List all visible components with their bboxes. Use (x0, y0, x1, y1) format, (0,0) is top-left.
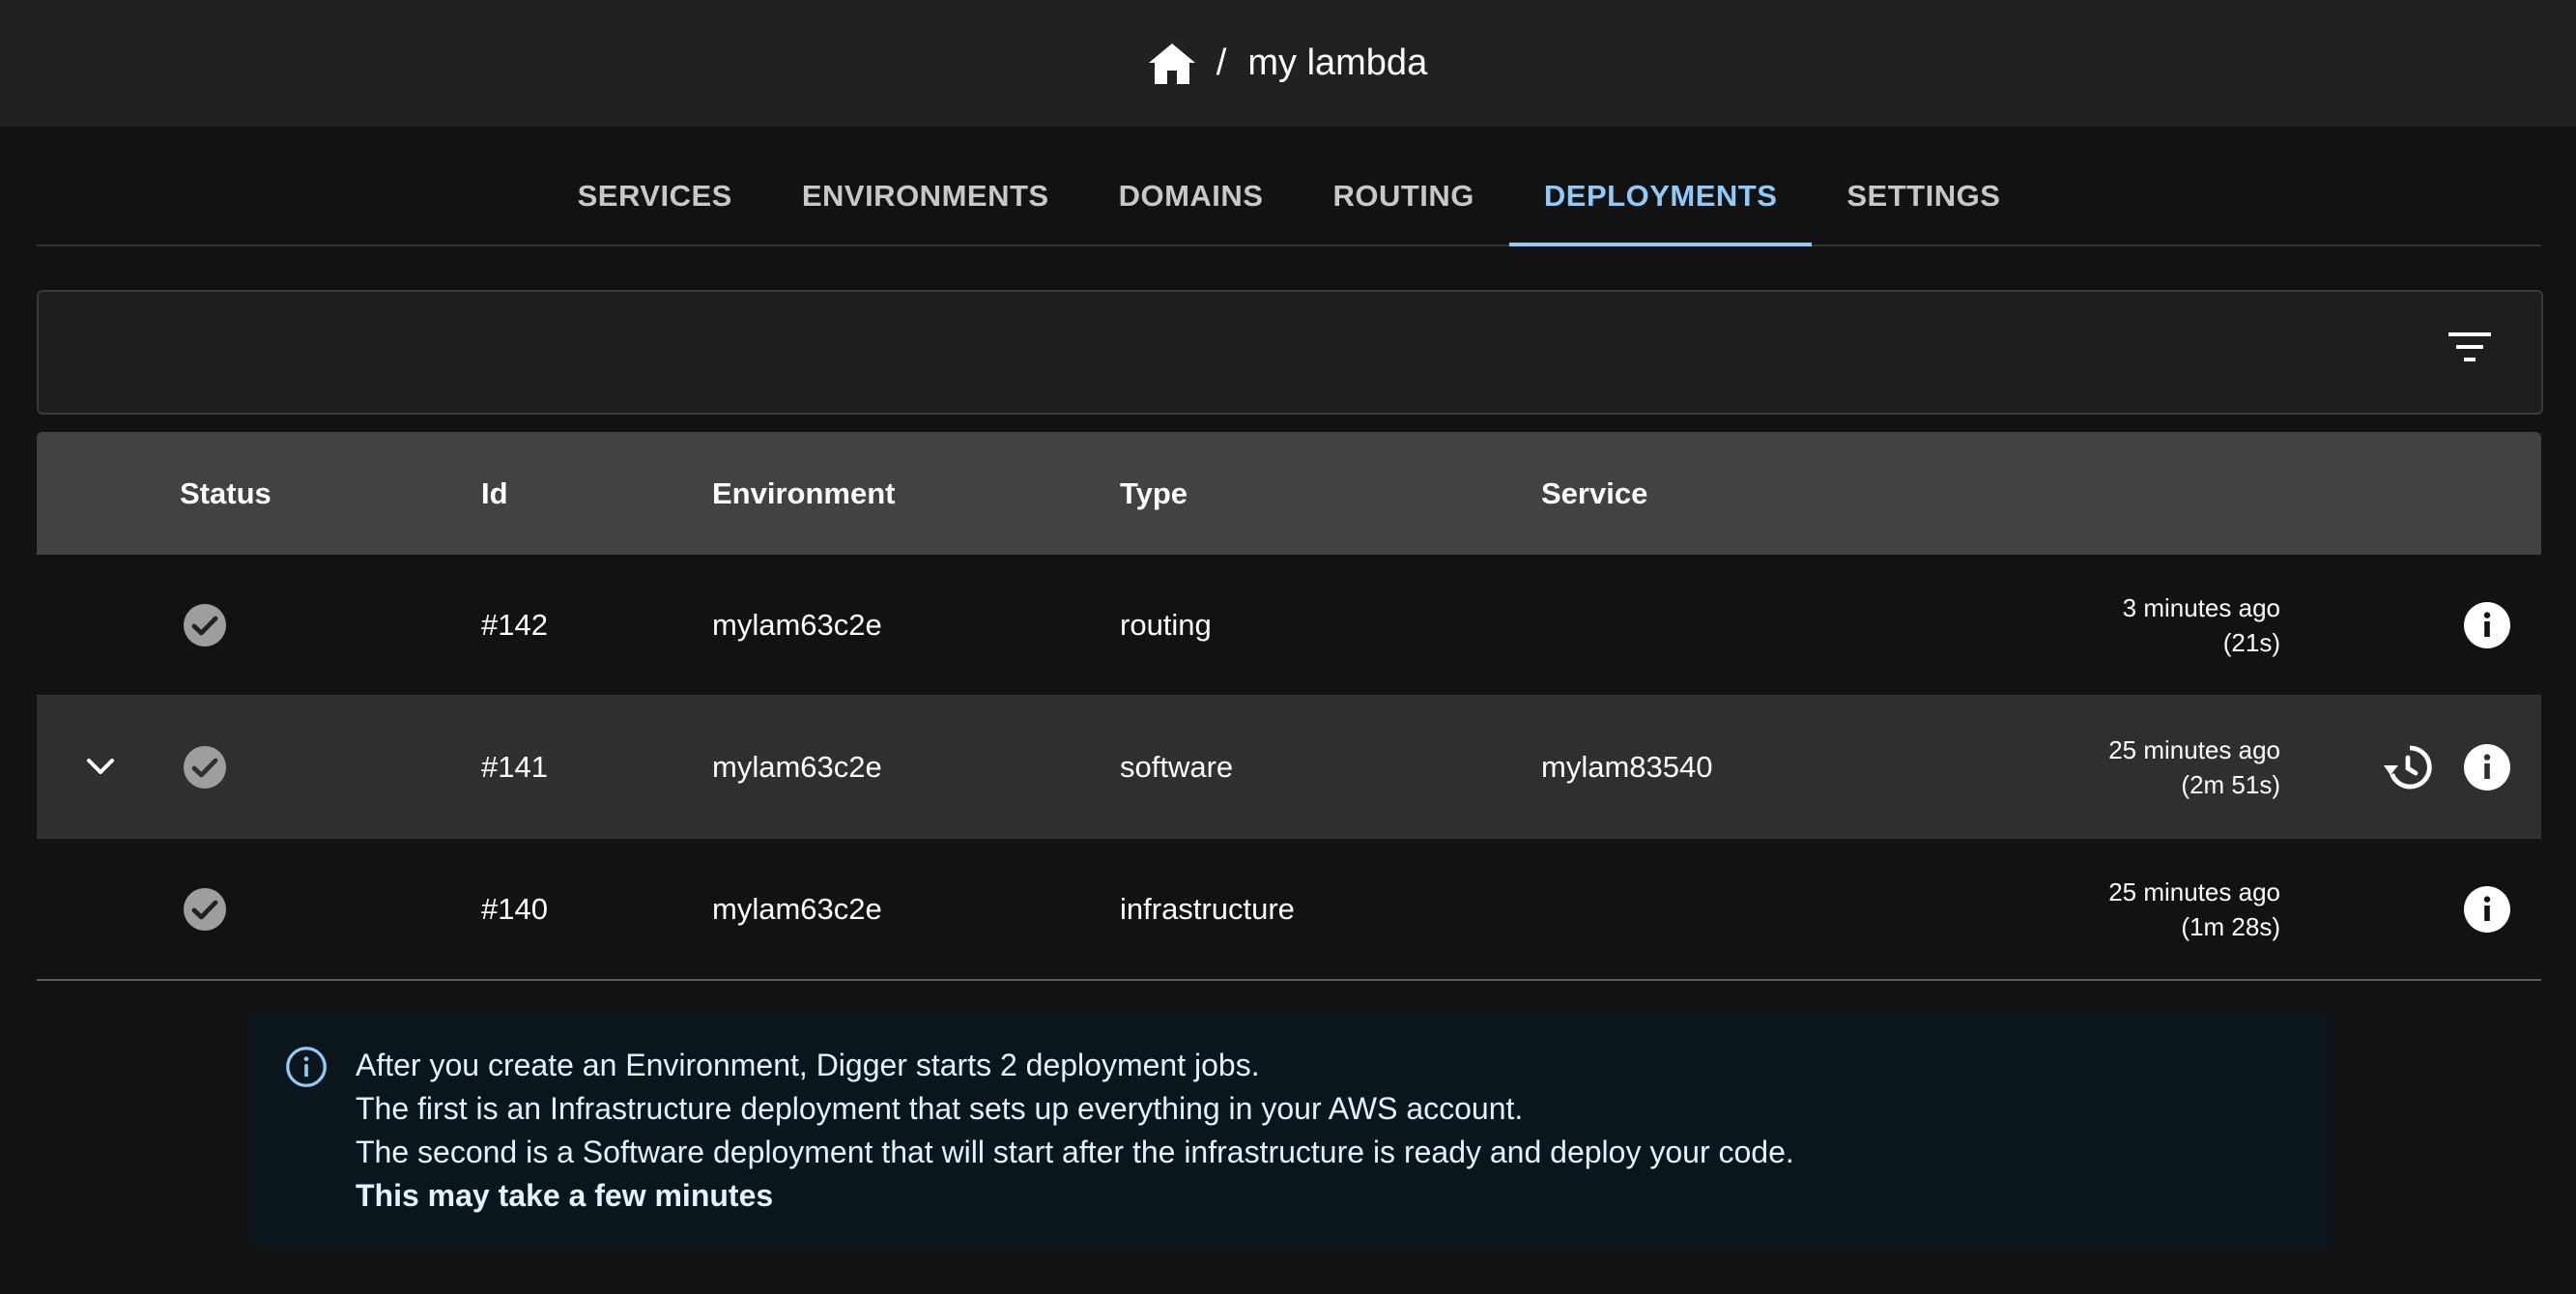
info-alert: After you create an Environment, Digger … (248, 1013, 2332, 1248)
column-header-status[interactable]: Status (180, 432, 272, 555)
deployment-type: routing (1120, 607, 1212, 642)
breadcrumb-current-app[interactable]: my lambda (1247, 43, 1427, 84)
alert-line: The first is an Infrastructure deploymen… (356, 1091, 1524, 1126)
table-row[interactable]: #142 mylam63c2e routing 3 minutes ago (2… (37, 555, 2541, 697)
time-ago: 3 minutes ago (2122, 592, 2280, 622)
deployment-id: #142 (481, 607, 548, 642)
table-row[interactable]: #140 mylam63c2e infrastructure 25 minute… (37, 839, 2541, 981)
alert-emphasis: This may take a few minutes (356, 1178, 774, 1213)
home-icon[interactable] (1148, 43, 1195, 84)
time-ago: 25 minutes ago (2108, 877, 2280, 906)
tab-environments[interactable]: ENVIRONMENTS (767, 147, 1084, 244)
deployment-type: infrastructure (1120, 891, 1295, 926)
deployment-service: mylam83540 (1541, 749, 1713, 784)
status-success-icon (182, 697, 228, 837)
deployment-id: #141 (481, 749, 548, 784)
column-header-environment[interactable]: Environment (712, 432, 895, 555)
tab-routing[interactable]: ROUTING (1298, 147, 1508, 244)
tab-bar: SERVICES ENVIRONMENTS DOMAINS ROUTING DE… (37, 147, 2541, 246)
duration: (1m 28s) (2181, 911, 2280, 941)
deployment-environment: mylam63c2e (712, 607, 882, 642)
deployment-environment: mylam63c2e (712, 749, 882, 784)
top-header: / my lambda (0, 0, 2576, 127)
table-row[interactable]: #141 mylam63c2e software mylam83540 25 m… (37, 697, 2541, 839)
deployment-id: #140 (481, 891, 548, 926)
breadcrumb-separator: / (1216, 43, 1227, 83)
alert-message: After you create an Environment, Digger … (356, 1044, 1794, 1218)
duration: (2m 51s) (2181, 769, 2280, 799)
time-ago: 25 minutes ago (2108, 734, 2280, 764)
deployment-time: 25 minutes ago (2m 51s) (2108, 697, 2280, 837)
duration: (21s) (2222, 627, 2280, 657)
info-icon[interactable] (2464, 839, 2510, 979)
table-header: Status Id Environment Type Service (37, 432, 2541, 555)
deployment-environment: mylam63c2e (712, 891, 882, 926)
deployment-time: 3 minutes ago (21s) (2123, 555, 2280, 695)
deployment-type: software (1120, 749, 1234, 784)
deployment-time: 25 minutes ago (1m 28s) (2108, 839, 2280, 979)
filter-toolbar (37, 290, 2543, 415)
info-icon[interactable] (2464, 555, 2510, 695)
tab-services[interactable]: SERVICES (543, 147, 767, 244)
history-icon[interactable] (2383, 697, 2433, 837)
status-success-icon (182, 839, 228, 979)
chevron-down-icon[interactable] (72, 697, 129, 837)
alert-line: After you create an Environment, Digger … (356, 1048, 1260, 1082)
status-success-icon (182, 555, 228, 695)
info-icon[interactable] (2464, 697, 2510, 837)
filter-icon[interactable] (2448, 332, 2491, 361)
breadcrumb: / my lambda (1148, 43, 1427, 84)
column-header-type[interactable]: Type (1120, 432, 1188, 555)
column-header-id[interactable]: Id (481, 432, 508, 555)
deployments-table: Status Id Environment Type Service #142 … (37, 432, 2541, 981)
column-header-service[interactable]: Service (1541, 432, 1647, 555)
tab-domains[interactable]: DOMAINS (1084, 147, 1299, 244)
info-outline-icon (285, 1046, 328, 1096)
alert-line: The second is a Software deployment that… (356, 1135, 1794, 1169)
tab-settings[interactable]: SETTINGS (1812, 147, 2035, 244)
tab-deployments[interactable]: DEPLOYMENTS (1508, 147, 1813, 246)
